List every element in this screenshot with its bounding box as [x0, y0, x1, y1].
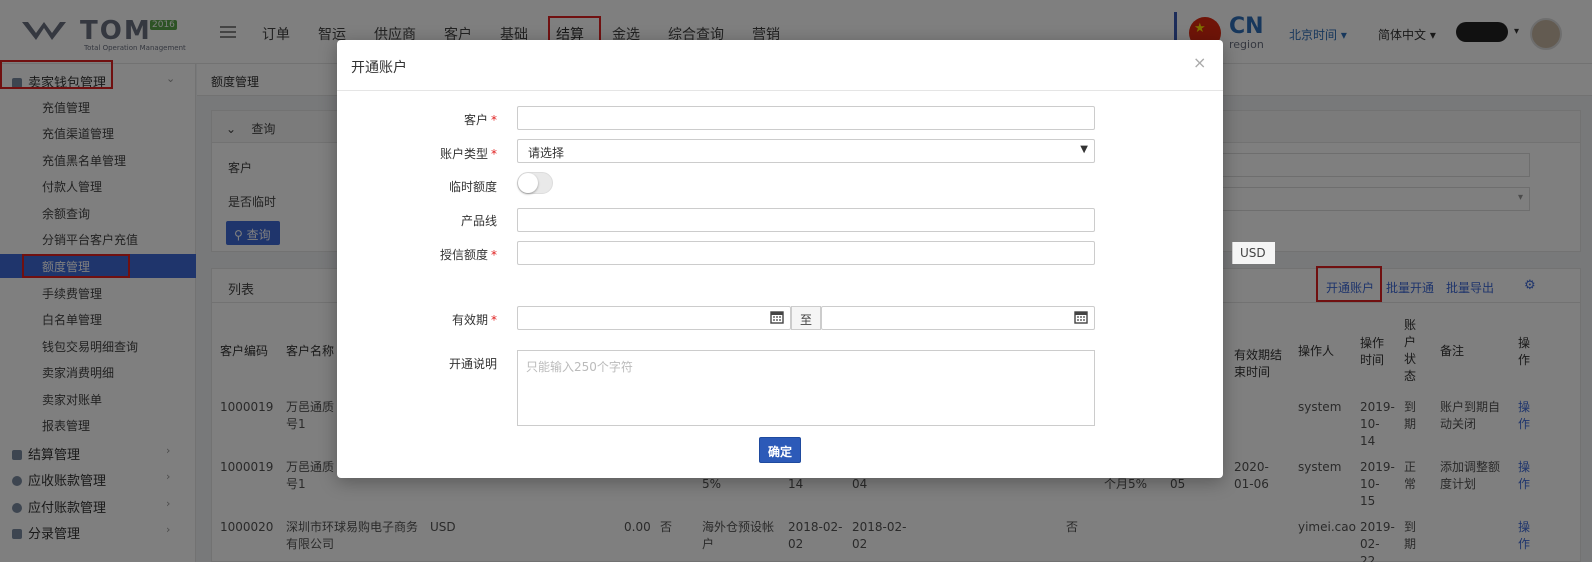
credit-label: 授信额度 *: [337, 246, 497, 263]
account-type-label-text: 账户类型: [439, 147, 488, 161]
validity-start-input[interactable]: [517, 306, 791, 330]
credit-label-text: 授信额度: [439, 248, 488, 262]
validity-label: 有效期 *: [337, 311, 497, 328]
close-icon[interactable]: ×: [1193, 53, 1206, 72]
account-type-label: 账户类型 *: [337, 145, 497, 162]
required-mark: *: [491, 113, 497, 127]
customer-label: 客户 *: [337, 111, 497, 128]
customer-label-text: 客户: [463, 113, 488, 127]
account-type-value: 请选择: [528, 146, 565, 160]
validity-label-text: 有效期: [451, 313, 488, 327]
required-mark: *: [491, 147, 497, 161]
currency-addon: USD: [1232, 242, 1275, 264]
date-range-separator: 至: [791, 306, 821, 330]
note-label: 开通说明: [448, 357, 497, 371]
modal-header: 开通账户 ×: [337, 40, 1223, 91]
calendar-icon[interactable]: [770, 310, 784, 324]
toggle-knob: [518, 173, 538, 193]
temp-quota-toggle[interactable]: [517, 172, 553, 194]
modal-title: 开通账户: [351, 60, 407, 76]
product-line-input[interactable]: [517, 208, 1095, 232]
validity-end-input[interactable]: [821, 306, 1095, 330]
calendar-icon[interactable]: [1074, 310, 1088, 324]
credit-input[interactable]: USD: [517, 241, 1275, 265]
temp-quota-label: 临时额度: [448, 180, 497, 194]
account-type-select[interactable]: 请选择 ▼: [517, 139, 1095, 163]
product-line-label: 产品线: [460, 214, 497, 228]
customer-input[interactable]: [517, 106, 1095, 130]
caret-down-icon: ▼: [1080, 144, 1088, 155]
required-mark: *: [491, 248, 497, 262]
confirm-button[interactable]: 确定: [759, 437, 801, 463]
open-account-modal: 开通账户 × 客户 * 账户类型 * 请选择 ▼ 临时额度 产品线 授信额度 * US…: [337, 40, 1275, 478]
required-mark: *: [491, 313, 497, 327]
note-textarea[interactable]: [517, 350, 1095, 426]
